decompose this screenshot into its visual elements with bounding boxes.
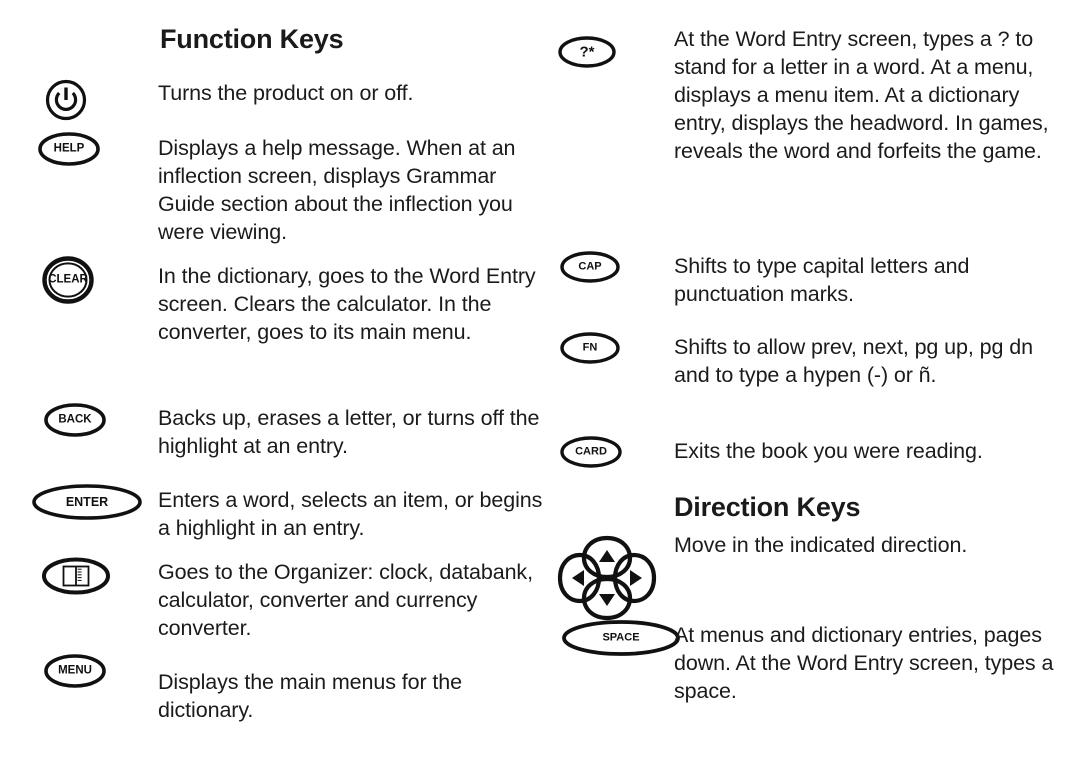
- menu-key-description: Displays the main menus for the dictiona…: [158, 670, 463, 722]
- arrow-left-key: [557, 552, 602, 604]
- question-star-key[interactable]: ?*: [558, 36, 616, 68]
- organizer-key-description: Goes to the Organizer: clock, databank, …: [158, 560, 533, 640]
- cap-key-description: Shifts to type capital letters and punct…: [674, 254, 970, 306]
- function-keys-heading: Function Keys: [160, 24, 344, 54]
- help-key-description: Displays a help message. When at an infl…: [158, 136, 516, 244]
- direction-pad[interactable]: [550, 528, 664, 628]
- help-key[interactable]: HELP: [38, 132, 100, 166]
- direction-keys-heading: Direction Keys: [674, 492, 861, 522]
- fn-key[interactable]: FN: [560, 332, 620, 364]
- oval-key-outline: [558, 36, 616, 68]
- enter-key-description: Enters a word, selects an item, or begin…: [158, 488, 543, 540]
- manual-page: Function Keys Turns the product on or of…: [0, 0, 1080, 771]
- oval-key-outline: [38, 132, 100, 166]
- wide-oval-key-outline: [32, 484, 142, 520]
- back-key-description: Backs up, erases a letter, or turns off …: [158, 406, 540, 458]
- right-column: ?* At the Word Entry screen, types a ? t…: [550, 0, 1070, 771]
- book-oval-icon: [42, 557, 110, 595]
- arrow-pad-icon: [557, 535, 657, 621]
- power-key[interactable]: [44, 78, 88, 122]
- fn-key-description: Shifts to allow prev, next, pg up, pg dn…: [674, 335, 1033, 387]
- space-key[interactable]: SPACE: [562, 620, 680, 656]
- card-key-description: Exits the book you were reading.: [674, 439, 983, 463]
- double-circle-key-outline: [42, 256, 94, 304]
- question-star-key-description: At the Word Entry screen, types a ? to s…: [674, 27, 1049, 163]
- menu-key[interactable]: MENU: [44, 654, 106, 688]
- power-key-description: Turns the product on or off.: [158, 81, 414, 105]
- space-key-description: At menus and dictionary entries, pages d…: [674, 623, 1054, 703]
- wide-oval-key-outline: [562, 620, 680, 656]
- oval-key-outline: [560, 436, 622, 468]
- organizer-key[interactable]: [42, 557, 110, 595]
- left-column: Function Keys Turns the product on or of…: [10, 0, 542, 771]
- clear-key-description: In the dictionary, goes to the Word Entr…: [158, 264, 536, 344]
- clear-key[interactable]: CLEAR: [42, 256, 94, 304]
- card-key[interactable]: CARD: [560, 436, 622, 468]
- enter-key[interactable]: ENTER: [32, 484, 142, 520]
- cap-key[interactable]: CAP: [560, 251, 620, 283]
- direction-pad-description: Move in the indicated direction.: [674, 533, 968, 557]
- back-key[interactable]: BACK: [44, 403, 106, 437]
- arrow-right-key: [612, 552, 657, 604]
- oval-key-outline: [44, 403, 106, 437]
- oval-key-outline: [560, 251, 620, 283]
- oval-key-outline: [44, 654, 106, 688]
- power-circle-icon: [45, 79, 87, 121]
- oval-key-outline: [560, 332, 620, 364]
